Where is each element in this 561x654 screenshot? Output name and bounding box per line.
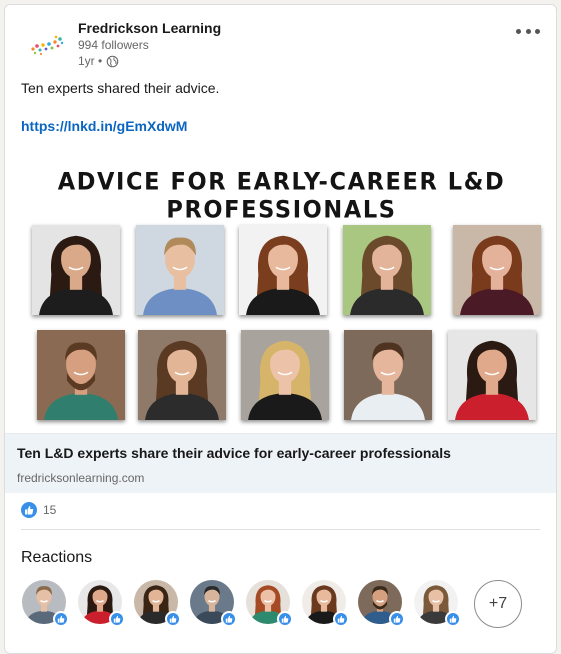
expert-photo-8: [241, 330, 329, 420]
link-preview[interactable]: Ten L&D experts share their advice for e…: [5, 433, 556, 493]
author-name[interactable]: Fredrickson Learning: [78, 19, 221, 37]
reactor-avatar[interactable]: [246, 580, 293, 627]
expert-photo-7: [138, 330, 226, 420]
post-header: Fredrickson Learning 994 followers 1yr •: [21, 19, 540, 75]
post-commentary: Ten experts shared their advice.: [21, 80, 220, 96]
expert-photo-1: [32, 225, 120, 315]
expert-photo-2: [136, 225, 224, 315]
expert-photo-4: [343, 225, 431, 315]
like-icon: [333, 611, 349, 627]
article-image[interactable]: ADVICE FOR EARLY-CAREER L&D PROFESSIONAL…: [5, 155, 556, 433]
divider: [21, 529, 540, 530]
reactions-heading: Reactions: [21, 549, 93, 566]
post-card: Fredrickson Learning 994 followers 1yr •…: [4, 4, 557, 654]
social-counts[interactable]: 15: [21, 502, 56, 518]
reactor-avatar[interactable]: [414, 580, 461, 627]
expert-photo-3: [239, 225, 327, 315]
post-meta: 1yr •: [78, 53, 221, 69]
reactor-avatar[interactable]: [134, 580, 181, 627]
expert-photo-6: [37, 330, 125, 420]
like-icon: [53, 611, 69, 627]
reactor-avatar[interactable]: [358, 580, 405, 627]
post-time: 1yr •: [78, 54, 103, 68]
reactor-avatar[interactable]: [78, 580, 125, 627]
like-icon: [109, 611, 125, 627]
more-reactions-button[interactable]: +7: [474, 580, 522, 628]
like-icon: [445, 611, 461, 627]
preview-title[interactable]: Ten L&D experts share their advice for e…: [17, 445, 451, 461]
like-icon: [277, 611, 293, 627]
like-icon: [389, 611, 405, 627]
reactor-avatar[interactable]: [22, 580, 69, 627]
expert-photo-5: [453, 225, 541, 315]
reactor-avatar[interactable]: [302, 580, 349, 627]
follower-count: 994 followers: [78, 38, 149, 52]
actor-info: Fredrickson Learning 994 followers 1yr •: [78, 19, 221, 69]
more-options-icon[interactable]: [516, 23, 540, 39]
expert-photo-grid: [5, 155, 556, 433]
reactor-avatars: +7: [22, 580, 542, 630]
reaction-count[interactable]: 15: [43, 503, 56, 517]
company-logo[interactable]: [27, 25, 67, 65]
like-icon: [165, 611, 181, 627]
expert-photo-10: [448, 330, 536, 420]
like-icon: [221, 611, 237, 627]
globe-icon: [106, 55, 119, 67]
post-link[interactable]: https://lnkd.in/gEmXdwM: [21, 118, 187, 134]
like-icon: [21, 502, 37, 518]
expert-photo-9: [344, 330, 432, 420]
preview-domain: fredricksonlearning.com: [17, 471, 145, 485]
reactor-avatar[interactable]: [190, 580, 237, 627]
